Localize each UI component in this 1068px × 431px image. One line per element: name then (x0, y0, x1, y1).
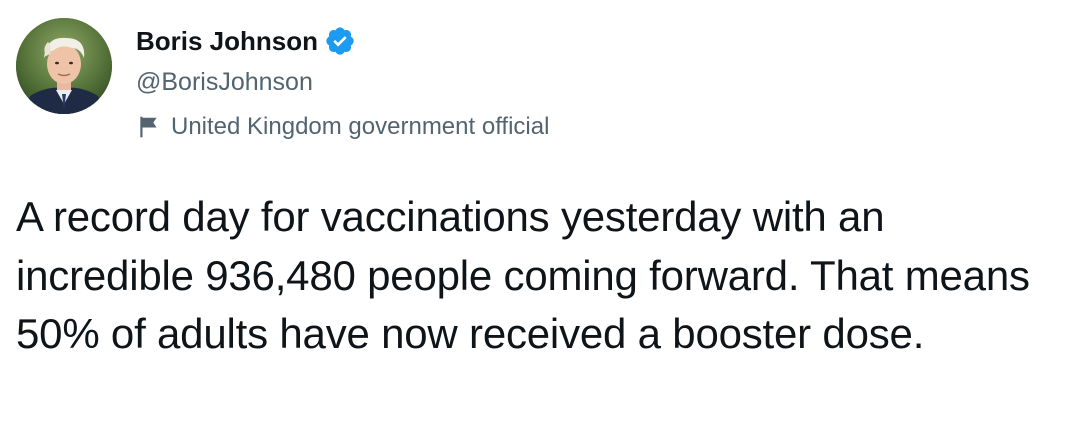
avatar[interactable] (16, 18, 112, 114)
tweet-text: A record day for vaccinations yesterday … (16, 193, 1030, 357)
tweet-card: Boris Johnson @BorisJohnson United Kingd… (0, 0, 1068, 431)
avatar-photo (16, 18, 112, 114)
author-display-name[interactable]: Boris Johnson (136, 24, 318, 58)
verified-badge-icon (324, 25, 356, 57)
flag-icon (136, 114, 162, 140)
author-handle[interactable]: @BorisJohnson (136, 66, 313, 98)
author-name-row: Boris Johnson (136, 24, 356, 58)
government-label-row: United Kingdom government official (136, 111, 549, 143)
government-official-label[interactable]: United Kingdom government official (171, 111, 549, 143)
